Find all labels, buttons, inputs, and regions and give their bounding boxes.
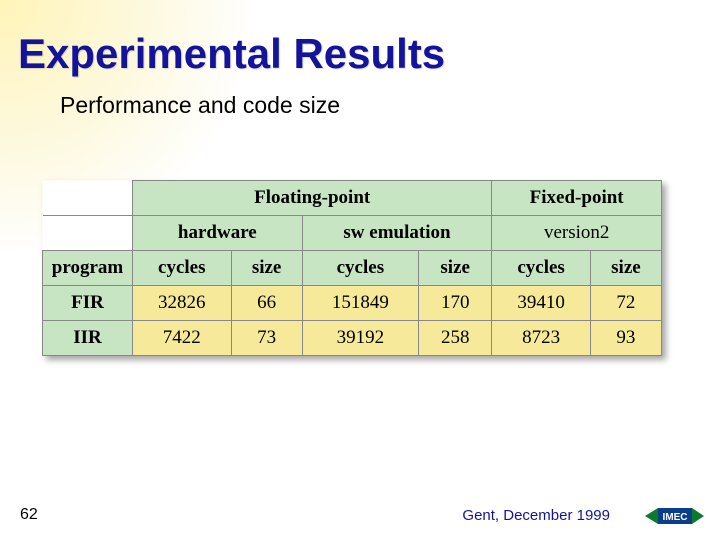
cell: 73 (231, 321, 302, 356)
table-header-row-3: program cycles size cycles size cycles s… (43, 251, 662, 286)
header-size-2: size (419, 251, 492, 286)
header-version2: version2 (492, 216, 662, 251)
slide-subtitle: Performance and code size (60, 92, 340, 119)
footer-location-date: Gent, December 1999 (462, 507, 610, 524)
slide: Experimental Results Performance and cod… (0, 0, 720, 540)
slide-title: Experimental Results (18, 30, 445, 78)
logo-icon: IMEC (642, 502, 706, 530)
logo-text: IMEC (663, 512, 688, 523)
results-table-container: Floating-point Fixed-point hardware sw e… (42, 180, 662, 356)
cell: 151849 (302, 286, 418, 321)
cell: 93 (590, 321, 661, 356)
results-table: Floating-point Fixed-point hardware sw e… (42, 180, 662, 356)
blank-header (43, 181, 133, 216)
header-cycles-1: cycles (133, 251, 232, 286)
cell: 39192 (302, 321, 418, 356)
cell: 7422 (133, 321, 232, 356)
table-header-row-1: Floating-point Fixed-point (43, 181, 662, 216)
row-label-iir: IIR (43, 321, 133, 356)
table-row: IIR 7422 73 39192 258 8723 93 (43, 321, 662, 356)
cell: 8723 (492, 321, 591, 356)
cell: 32826 (133, 286, 232, 321)
cell: 258 (419, 321, 492, 356)
header-hardware: hardware (133, 216, 303, 251)
cell: 39410 (492, 286, 591, 321)
row-label-fir: FIR (43, 286, 133, 321)
cell: 170 (419, 286, 492, 321)
cell: 72 (590, 286, 661, 321)
header-cycles-2: cycles (302, 251, 418, 286)
header-cycles-3: cycles (492, 251, 591, 286)
cell: 66 (231, 286, 302, 321)
header-size-3: size (590, 251, 661, 286)
header-fixed-point: Fixed-point (492, 181, 662, 216)
blank-header-2 (43, 216, 133, 251)
header-size-1: size (231, 251, 302, 286)
table-row: FIR 32826 66 151849 170 39410 72 (43, 286, 662, 321)
header-sw-emulation: sw emulation (302, 216, 492, 251)
header-program: program (43, 251, 133, 286)
header-floating-point: Floating-point (133, 181, 492, 216)
logo-imec: IMEC (642, 502, 706, 530)
slide-number: 62 (20, 506, 38, 524)
table-header-row-2: hardware sw emulation version2 (43, 216, 662, 251)
